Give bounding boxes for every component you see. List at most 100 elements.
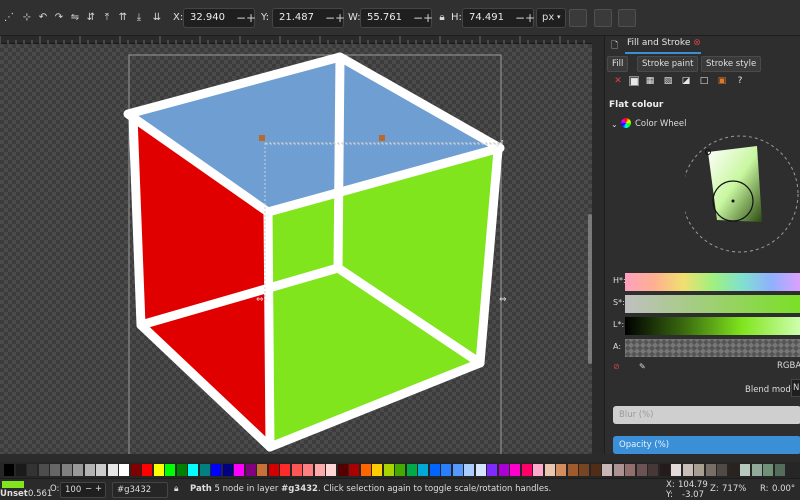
- unset-paint-icon[interactable]: ?: [735, 76, 745, 86]
- palette-swatch[interactable]: [119, 464, 129, 476]
- flip-vertical-icon[interactable]: ⇵: [84, 11, 98, 25]
- node-handle[interactable]: [379, 135, 385, 141]
- palette-swatch[interactable]: [648, 464, 658, 476]
- lock-ratio-icon[interactable]: 🔒︎: [435, 11, 449, 25]
- raise-to-top-icon[interactable]: ⇈: [116, 11, 130, 25]
- w-field[interactable]: 55.761 − +: [360, 8, 433, 28]
- scale-handle-right-icon[interactable]: ⇔: [499, 295, 507, 305]
- palette-swatch[interactable]: [602, 464, 612, 476]
- tab-fill-and-stroke[interactable]: Fill and Stroke ⊗: [625, 38, 701, 54]
- palette-swatch[interactable]: [406, 464, 417, 476]
- opacity-field[interactable]: 100 − +: [60, 482, 106, 498]
- palette-swatch[interactable]: [73, 464, 83, 476]
- alpha-slider[interactable]: [625, 339, 800, 357]
- opacity-slider[interactable]: Opacity (%): [613, 436, 800, 454]
- palette-swatch[interactable]: [303, 464, 313, 476]
- cube-drawing[interactable]: ⇔ ⇔ ⤢: [0, 44, 592, 454]
- h-field[interactable]: 74.491 − +: [462, 8, 535, 28]
- palette-swatch[interactable]: [429, 464, 440, 476]
- x-increment-button[interactable]: +: [246, 11, 256, 25]
- rotate-ccw-icon[interactable]: ↶: [36, 11, 50, 25]
- palette-swatch[interactable]: [153, 464, 164, 476]
- flip-horizontal-icon[interactable]: ⇋: [68, 11, 82, 25]
- palette-swatch[interactable]: [27, 464, 37, 476]
- scale-corners-button[interactable]: [594, 9, 612, 27]
- no-paint-icon[interactable]: ✕: [613, 76, 623, 86]
- palette-swatch[interactable]: [245, 464, 256, 476]
- rotate-cw-icon[interactable]: ↷: [52, 11, 66, 25]
- palette-swatch[interactable]: [774, 464, 785, 476]
- palette-swatch[interactable]: [510, 464, 520, 476]
- eyedropper-icon[interactable]: ✎: [639, 362, 646, 371]
- palette-swatch[interactable]: [257, 464, 267, 476]
- palette-swatch[interactable]: [694, 464, 704, 476]
- flat-color-icon[interactable]: ■: [629, 76, 639, 87]
- palette-swatch[interactable]: [659, 464, 670, 476]
- palette-swatch[interactable]: [544, 464, 555, 476]
- radial-gradient-icon[interactable]: ▧: [663, 76, 673, 86]
- y-decrement-button[interactable]: −: [325, 11, 335, 25]
- palette-swatch[interactable]: [188, 464, 198, 476]
- scale-stroke-button[interactable]: [569, 9, 587, 27]
- palette-swatch[interactable]: [84, 464, 95, 476]
- palette-swatch[interactable]: [452, 464, 463, 476]
- palette-swatch[interactable]: [395, 464, 405, 476]
- palette-swatch[interactable]: [360, 464, 371, 476]
- palette-swatch[interactable]: [636, 464, 647, 476]
- swatch-icon[interactable]: ▣: [717, 76, 727, 86]
- y-field[interactable]: 21.487 − +: [272, 8, 345, 28]
- palette-swatch[interactable]: [50, 464, 60, 476]
- no-color-icon[interactable]: ⊘: [613, 362, 620, 371]
- x-decrement-button[interactable]: −: [236, 11, 246, 25]
- palette-swatch[interactable]: [705, 464, 716, 476]
- fill-indicator[interactable]: [2, 481, 24, 488]
- palette-swatch[interactable]: [176, 464, 187, 476]
- palette-swatch[interactable]: [487, 464, 497, 476]
- palette-swatch[interactable]: [199, 464, 210, 476]
- opacity-decrement-button[interactable]: −: [85, 484, 92, 494]
- palette-swatch[interactable]: [728, 464, 739, 476]
- palette-swatch[interactable]: [326, 464, 336, 476]
- palette-swatch[interactable]: [142, 464, 152, 476]
- move-gradients-button[interactable]: [618, 9, 636, 27]
- document-icon[interactable]: 🗋︎: [611, 38, 618, 54]
- blur-slider[interactable]: Blur (%): [613, 406, 800, 424]
- x-field[interactable]: 32.940 − +: [183, 8, 256, 28]
- palette-swatch[interactable]: [96, 464, 106, 476]
- lock-icon[interactable]: 🔒︎: [174, 484, 179, 494]
- palette-swatch[interactable]: [441, 464, 451, 476]
- palette-swatch[interactable]: [61, 464, 72, 476]
- palette-swatch[interactable]: [15, 464, 26, 476]
- palette-swatch[interactable]: [475, 464, 486, 476]
- linear-gradient-icon[interactable]: ▦: [645, 76, 655, 86]
- saturation-slider[interactable]: [625, 295, 800, 313]
- scale-handle-left-icon[interactable]: ⇔: [256, 295, 264, 305]
- palette-swatch[interactable]: [533, 464, 543, 476]
- h-decrement-button[interactable]: −: [515, 11, 525, 25]
- palette-swatch[interactable]: [383, 464, 394, 476]
- palette-swatch[interactable]: [556, 464, 566, 476]
- palette-swatch[interactable]: [130, 464, 141, 476]
- close-icon[interactable]: ⊗: [693, 38, 701, 48]
- chevron-down-icon[interactable]: ⌄: [611, 120, 618, 129]
- palette-swatch[interactable]: [222, 464, 233, 476]
- palette-swatch[interactable]: [464, 464, 474, 476]
- palette-swatch[interactable]: [590, 464, 601, 476]
- opacity-increment-button[interactable]: +: [95, 484, 102, 494]
- w-increment-button[interactable]: +: [423, 11, 433, 25]
- node-handle[interactable]: [259, 135, 265, 141]
- tab-fill[interactable]: Fill: [607, 56, 629, 72]
- palette-swatch[interactable]: [314, 464, 325, 476]
- palette-swatch[interactable]: [740, 464, 750, 476]
- palette-swatch[interactable]: [613, 464, 624, 476]
- drawing-canvas[interactable]: ⇔ ⇔ ⤢: [0, 44, 592, 454]
- layer-select[interactable]: #g3432: [112, 482, 168, 498]
- palette-swatch[interactable]: [372, 464, 382, 476]
- palette-swatch[interactable]: [291, 464, 302, 476]
- palette-swatch[interactable]: [418, 464, 428, 476]
- color-wheel[interactable]: [685, 134, 800, 264]
- tab-stroke-style[interactable]: Stroke style: [701, 56, 762, 72]
- stroke-indicator[interactable]: Unset: [0, 489, 28, 499]
- palette-swatch[interactable]: [337, 464, 348, 476]
- palette-swatch[interactable]: [671, 464, 681, 476]
